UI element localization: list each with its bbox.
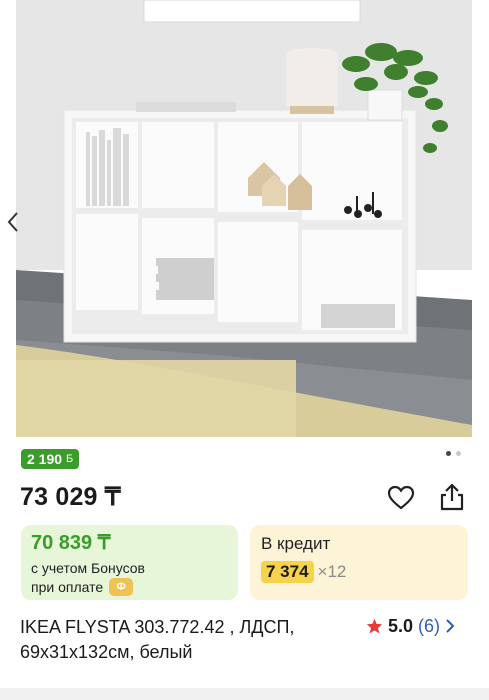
bonus-offer-line1: с учетом Бонусов xyxy=(31,560,145,576)
heart-icon xyxy=(387,485,415,510)
gallery-pagination xyxy=(446,451,461,456)
rating-value: 5.0 xyxy=(388,616,414,636)
share-button[interactable] xyxy=(437,482,467,512)
favorite-button[interactable] xyxy=(386,483,416,513)
product-price: 73 029 ₸ xyxy=(20,483,121,511)
bonus-b-icon: Б xyxy=(66,453,74,465)
bonus-offer-line2: при оплате xyxy=(31,579,104,595)
chevron-left-icon[interactable] xyxy=(6,210,20,234)
product-title: IKEA FLYSTA 303.772.42 , ЛДСП, 69х31х132… xyxy=(20,617,295,662)
gallery-dot[interactable] xyxy=(456,451,461,456)
bonus-badge: 2 190 Б xyxy=(21,449,80,469)
bonus-badge-value: 2 190 xyxy=(27,451,63,467)
bottom-divider xyxy=(0,688,489,700)
credit-monthly-amount: 7 374 xyxy=(261,561,314,583)
rating-summary[interactable]: 5.0 (6) xyxy=(366,615,455,637)
chevron-right-icon[interactable] xyxy=(445,618,455,634)
credit-offer-box[interactable]: В кредит 7 374 ×12 xyxy=(250,525,468,600)
bonus-offer-line2-row: при оплате Ф xyxy=(31,577,228,597)
product-card: 2 190 Б 73 029 ₸ 70 839 ₸ с учетом Бонус… xyxy=(0,0,489,688)
product-image xyxy=(16,0,472,437)
gallery-dot-active[interactable] xyxy=(446,451,451,456)
bonus-coin-icon: Ф xyxy=(109,578,134,596)
bonus-offer-box[interactable]: 70 839 ₸ с учетом Бонусов при оплате Ф xyxy=(21,525,238,600)
bonus-price: 70 839 ₸ xyxy=(31,532,111,554)
credit-terms: 7 374 ×12 xyxy=(261,561,457,583)
share-icon xyxy=(440,483,464,511)
credit-months: ×12 xyxy=(317,562,347,581)
product-photo[interactable] xyxy=(16,0,472,437)
reviews-count[interactable]: (6) xyxy=(418,615,440,637)
star-icon xyxy=(366,618,383,634)
credit-title: В кредит xyxy=(261,534,331,553)
